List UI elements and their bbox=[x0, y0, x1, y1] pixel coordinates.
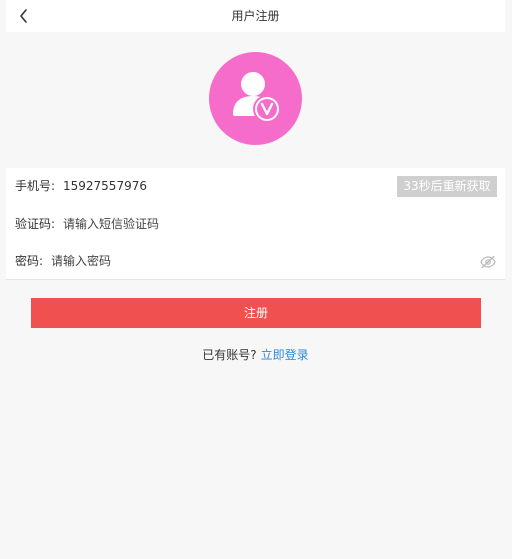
resend-sms-button[interactable]: 33秒后重新获取 bbox=[397, 176, 497, 197]
login-prompt-line: 已有账号? 立即登录 bbox=[6, 346, 505, 364]
chevron-left-icon[interactable] bbox=[14, 6, 34, 26]
phone-input[interactable]: 15927557976 bbox=[63, 168, 147, 205]
code-row: 验证码: 请输入短信验证码 bbox=[6, 206, 505, 243]
register-page: 用户注册 手机号: 15927557976 33秒后重新获取 验证码: 请输入短… bbox=[6, 0, 505, 559]
login-link[interactable]: 立即登录 bbox=[261, 348, 309, 362]
user-verified-icon bbox=[209, 52, 302, 145]
top-bar: 用户注册 bbox=[6, 0, 505, 32]
code-label: 验证码: bbox=[15, 217, 56, 231]
page-title: 用户注册 bbox=[231, 9, 280, 23]
password-label: 密码: bbox=[15, 254, 44, 268]
sms-code-input[interactable]: 请输入短信验证码 bbox=[63, 206, 159, 243]
phone-row: 手机号: 15927557976 33秒后重新获取 bbox=[6, 168, 505, 205]
password-input[interactable]: 请输入密码 bbox=[51, 243, 111, 280]
eye-icon[interactable] bbox=[480, 255, 496, 269]
login-prompt: 已有账号? bbox=[202, 348, 257, 362]
phone-label: 手机号: bbox=[15, 179, 56, 193]
register-button[interactable]: 注册 bbox=[31, 298, 481, 328]
register-form: 手机号: 15927557976 33秒后重新获取 验证码: 请输入短信验证码 … bbox=[6, 168, 505, 280]
password-row: 密码: 请输入密码 bbox=[6, 243, 505, 280]
